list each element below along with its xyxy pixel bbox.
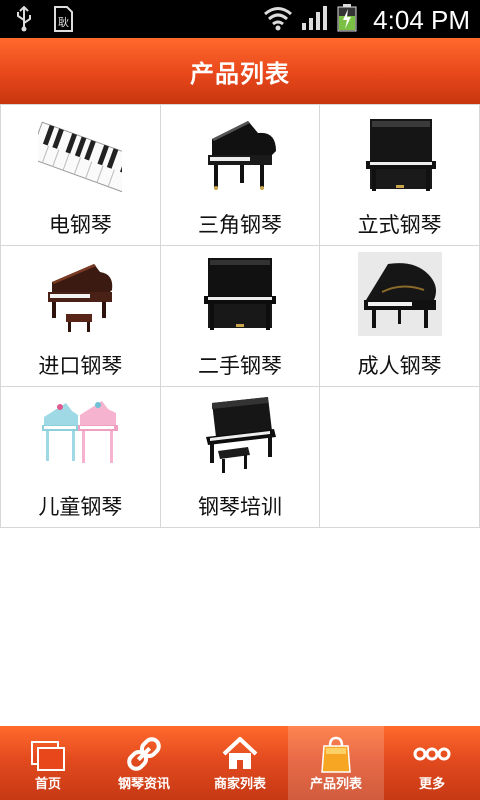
- grid-item-electric-piano[interactable]: 电钢琴: [0, 104, 161, 246]
- digital-piano-keys-icon: [38, 121, 123, 193]
- signal-icon: [301, 5, 329, 35]
- grid-item-adult-piano[interactable]: 成人钢琴: [319, 245, 480, 387]
- nav-label: 产品列表: [309, 777, 362, 792]
- nav-label: 商家列表: [213, 777, 266, 792]
- nav-home[interactable]: 首页: [0, 726, 96, 800]
- bottom-nav: 首页 钢琴资讯 商家列表 产品列表 更多: [0, 726, 480, 800]
- nav-label: 钢琴资讯: [117, 777, 170, 792]
- grand-piano-icon: [357, 252, 442, 336]
- svg-text:耿: 耿: [58, 15, 69, 29]
- more-dots-icon: [413, 747, 451, 761]
- grid-item-grand-piano[interactable]: 三角钢琴: [159, 104, 321, 246]
- nav-more[interactable]: 更多: [384, 726, 480, 800]
- grand-piano-with-bench-icon: [48, 264, 113, 332]
- grid-empty-cell: [319, 386, 480, 528]
- app-header: 产品列表: [0, 38, 480, 104]
- grid-item-used-piano[interactable]: 二手钢琴: [159, 245, 321, 387]
- page-title: 产品列表: [190, 60, 290, 88]
- nav-products[interactable]: 产品列表: [288, 726, 384, 800]
- toy-pianos-icon: [42, 401, 119, 463]
- upright-piano-with-bench-icon: [205, 397, 276, 473]
- grid-item-label: 电钢琴: [48, 213, 112, 237]
- house-icon: [222, 737, 258, 769]
- grid-item-label: 儿童钢琴: [38, 495, 123, 519]
- nav-merchants[interactable]: 商家列表: [192, 726, 288, 800]
- grid-item-label: 进口钢琴: [38, 354, 123, 378]
- grid-item-imported-piano[interactable]: 进口钢琴: [0, 245, 161, 387]
- upright-piano-icon: [365, 119, 436, 191]
- battery-charging-icon: [337, 4, 357, 36]
- grid-item-label: 立式钢琴: [357, 213, 442, 237]
- link-icon: [127, 737, 161, 771]
- grid-item-piano-training[interactable]: 钢琴培训: [159, 386, 321, 528]
- home-pages-icon: [31, 741, 65, 771]
- nav-label: 首页: [34, 777, 61, 792]
- grid-item-label: 钢琴培训: [197, 495, 282, 519]
- status-bar: 耿 4:04 PM: [0, 0, 480, 38]
- nav-news[interactable]: 钢琴资讯: [96, 726, 192, 800]
- grid-item-label: 二手钢琴: [197, 354, 282, 378]
- grid-item-label: 三角钢琴: [197, 213, 282, 237]
- grid-item-label: 成人钢琴: [357, 354, 442, 378]
- grand-piano-icon: [207, 121, 276, 190]
- clock: 4:04 PM: [373, 4, 470, 35]
- shopping-bag-icon: [321, 736, 351, 773]
- wifi-icon: [263, 5, 293, 35]
- grid-item-upright-piano[interactable]: 立式钢琴: [319, 104, 480, 246]
- sd-card-icon: 耿: [52, 6, 74, 36]
- upright-piano-icon: [203, 258, 276, 330]
- product-grid: 电钢琴 三角钢琴 立式钢琴 进口钢琴 二手钢琴 成人钢琴 儿童钢琴 钢琴培训: [0, 104, 480, 528]
- usb-icon: [14, 5, 34, 36]
- nav-label: 更多: [418, 777, 445, 792]
- grid-item-kids-piano[interactable]: 儿童钢琴: [0, 386, 161, 528]
